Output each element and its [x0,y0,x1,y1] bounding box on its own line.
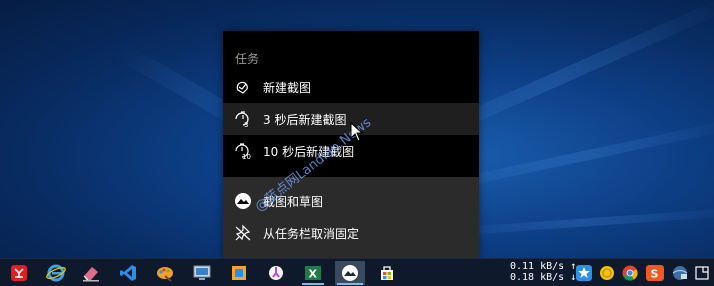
chrome-icon[interactable] [620,263,640,283]
network-icon[interactable] [670,263,690,283]
sogou-icon[interactable]: S [645,263,665,283]
internet-explorer-icon[interactable] [41,261,71,285]
timer-3-icon: 3 [233,109,253,129]
taskbar: X 0.11 kB/s ↑ 0.18 kB/s ↓ S [0,258,714,286]
svg-text:X: X [309,268,318,281]
vscode-icon[interactable] [113,261,143,285]
network-speed-meter: 0.11 kB/s ↑ 0.18 kB/s ↓ [510,261,576,283]
jump-list-item-label: 3 秒后新建截图 [263,112,347,127]
jump-list-item-label: 新建截图 [263,80,312,95]
svg-text:10: 10 [242,153,251,161]
svg-text:S: S [651,268,659,281]
china-unicom-icon[interactable] [4,261,34,285]
unpin-icon [233,223,253,243]
net-download: 0.18 kB/s [510,272,565,283]
notifications-icon[interactable] [692,263,712,283]
store-icon[interactable] [372,261,402,285]
jump-list-item-new-snip[interactable]: 新建截图 [223,71,479,103]
jump-list-header: 任务 [235,52,260,66]
mouse-cursor-icon [350,122,364,142]
eraser-app-icon[interactable] [76,261,106,285]
net-upload: 0.11 kB/s [510,261,565,272]
coin-icon[interactable] [597,263,617,283]
timer-10-icon: 10 [233,141,253,161]
snip-new-icon [233,77,253,97]
jump-list-item-unpin[interactable]: 从任务栏取消固定 [223,217,479,249]
jump-list-item-label: 从任务栏取消固定 [263,226,360,241]
snip-sketch-taskbar-button[interactable] [335,261,365,285]
excel-icon[interactable]: X [298,261,328,285]
paint-icon[interactable] [150,261,180,285]
remote-desktop-icon[interactable] [187,261,217,285]
snip-sketch-icon [342,265,358,281]
tech-app-icon[interactable] [261,261,291,285]
sandbox-icon[interactable] [224,261,254,285]
bluetooth-star-icon[interactable] [574,263,594,283]
svg-text:3: 3 [244,121,248,129]
